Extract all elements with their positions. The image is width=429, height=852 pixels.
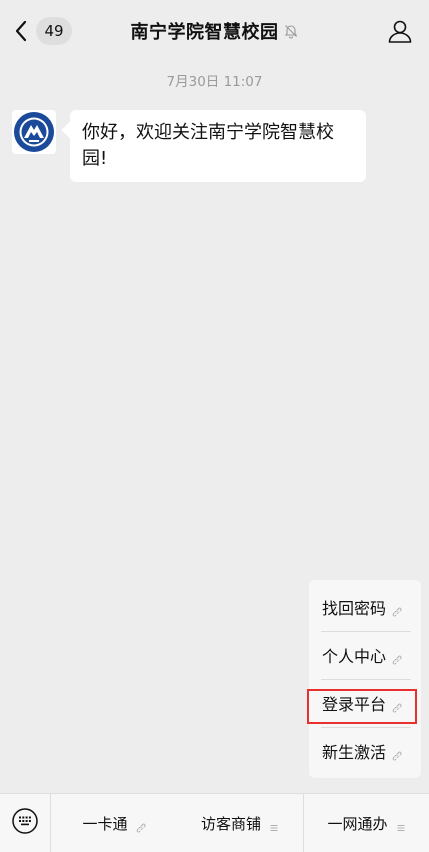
menu-lines-icon [269, 818, 279, 831]
submenu-popup: 找回密码 个人中心 登录平台 新生激活 [309, 580, 421, 778]
link-icon [136, 818, 146, 833]
link-icon [392, 698, 402, 713]
profile-icon[interactable] [387, 18, 413, 44]
menu-lines-icon [396, 818, 406, 831]
message-timestamp: 7月30日 11:07 [166, 74, 263, 90]
link-icon [392, 602, 402, 617]
link-icon [392, 650, 402, 665]
message-bubble[interactable]: 你好，欢迎关注南宁学院智慧校园! [70, 110, 366, 182]
bottom-menu-bar: 一卡通 访客商铺 一网通办 [0, 793, 429, 852]
menu-item-login-platform[interactable]: 登录平台 [309, 679, 421, 727]
message-text: 你好，欢迎关注南宁学院智慧校园! [82, 122, 334, 169]
keyboard-icon [11, 807, 39, 839]
keyboard-toggle-button[interactable] [0, 794, 50, 852]
header: 49 南宁学院智慧校园 [0, 0, 429, 62]
message-row: 你好，欢迎关注南宁学院智慧校园! [12, 110, 366, 182]
school-logo-avatar[interactable] [12, 110, 56, 154]
menu-label: 一网通办 [327, 814, 388, 833]
menu-one-stop-service[interactable]: 一网通办 [304, 794, 429, 852]
menu-one-card[interactable]: 一卡通 [51, 794, 177, 852]
menu-label: 访客商铺 [200, 814, 261, 833]
menu-item-personal-center[interactable]: 个人中心 [309, 631, 421, 679]
back-button[interactable]: 49 [10, 16, 72, 46]
chevron-left-icon [10, 16, 32, 46]
menu-item-label: 登录平台 [322, 695, 387, 714]
link-icon [392, 746, 402, 761]
unread-count-badge: 49 [36, 17, 72, 45]
menu-item-label: 个人中心 [322, 647, 387, 666]
chat-screen: 49 南宁学院智慧校园 7月30日 11:07 你好，欢迎关注南宁学院智慧校园!… [0, 0, 429, 852]
menu-item-find-password[interactable]: 找回密码 [309, 583, 421, 631]
menu-item-label: 找回密码 [322, 599, 387, 618]
bell-muted-icon [283, 23, 299, 39]
menu-label: 一卡通 [82, 814, 128, 833]
menu-visitor-shops[interactable]: 访客商铺 [177, 794, 303, 852]
menu-item-label: 新生激活 [322, 743, 387, 762]
menu-item-freshman-activation[interactable]: 新生激活 [309, 727, 421, 775]
page-title: 南宁学院智慧校园 [130, 22, 279, 43]
